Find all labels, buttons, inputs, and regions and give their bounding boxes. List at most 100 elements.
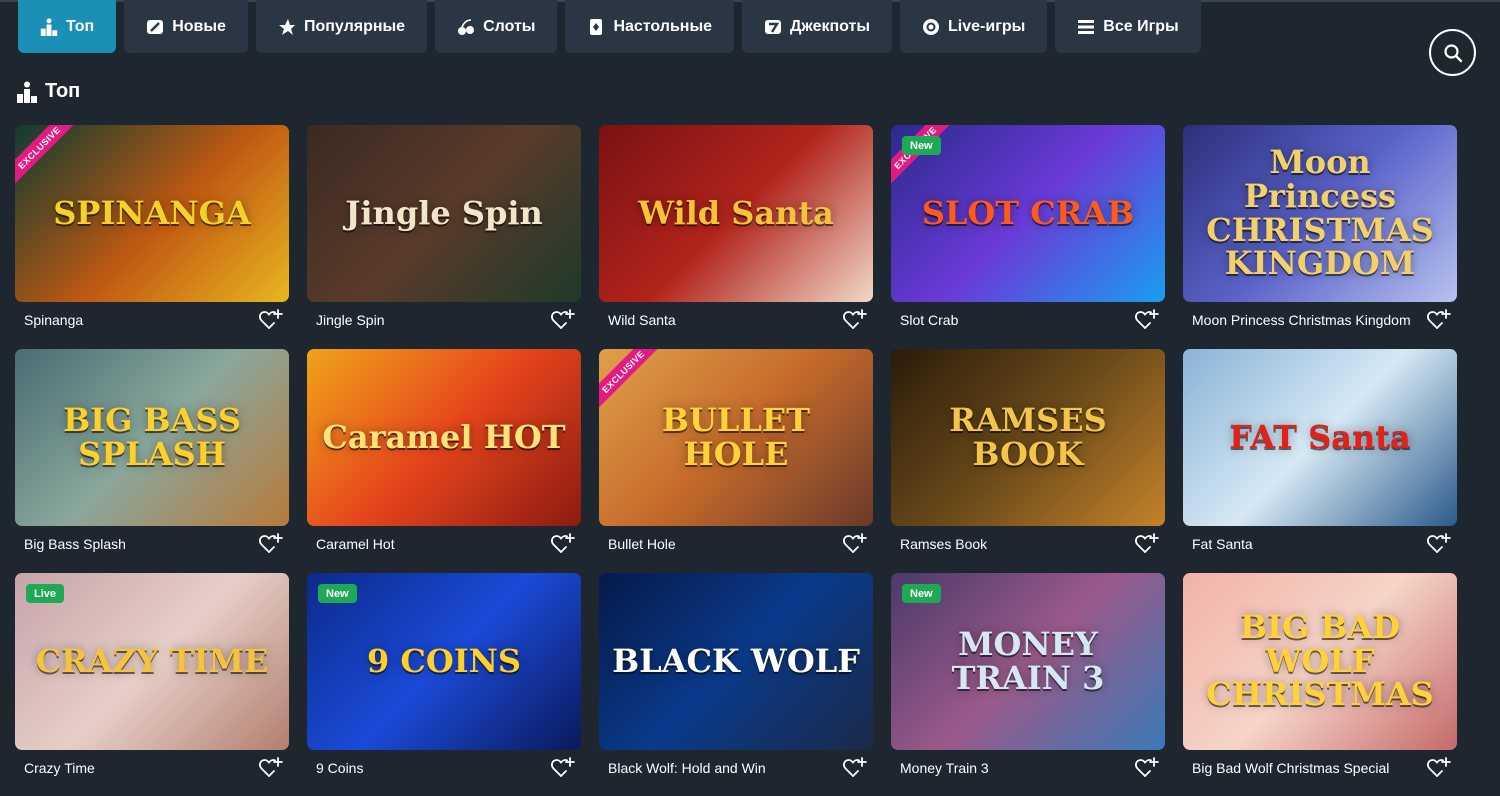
game-logo-art: Jingle Spin: [345, 193, 543, 232]
game-title[interactable]: Ramses Book: [900, 536, 987, 552]
status-badge: Live: [26, 584, 65, 603]
game-title[interactable]: Moon Princess Christmas Kingdom: [1192, 312, 1411, 328]
game-thumbnail[interactable]: BULLET HOLE EXCLUSIVE: [599, 349, 873, 526]
cherries-icon: [457, 18, 475, 36]
list-icon: [1077, 18, 1095, 36]
add-favorite-icon[interactable]: [551, 757, 575, 779]
game-logo-art: Wild Santa: [638, 193, 834, 232]
game-card[interactable]: CRAZY TIME Live Crazy Time: [15, 573, 289, 777]
game-logo-art: SPINANGA: [53, 193, 251, 232]
game-card[interactable]: BLACK WOLF Black Wolf: Hold and Win: [599, 573, 873, 777]
game-thumbnail[interactable]: SLOT CRAB EXCLUSIVENew: [891, 125, 1165, 302]
game-thumbnail[interactable]: BIG BASS SPLASH: [15, 349, 289, 526]
game-card[interactable]: BULLET HOLE EXCLUSIVE Bullet Hole: [599, 349, 873, 553]
section-title: Топ: [45, 80, 81, 102]
tab-5[interactable]: Настольные: [565, 0, 735, 53]
add-favorite-icon[interactable]: [843, 533, 867, 555]
add-favorite-icon[interactable]: [551, 309, 575, 331]
game-logo-art: Moon Princess CHRISTMAS KINGDOM: [1206, 143, 1434, 283]
tab-2[interactable]: Новые: [124, 0, 248, 53]
game-title[interactable]: Money Train 3: [900, 760, 989, 776]
game-thumbnail[interactable]: BLACK WOLF: [599, 573, 873, 750]
game-title[interactable]: Spinanga: [24, 312, 83, 328]
game-thumbnail[interactable]: Wild Santa: [599, 125, 873, 302]
game-card[interactable]: BIG BAD WOLF CHRISTMAS Big Bad Wolf Chris…: [1183, 573, 1457, 777]
game-title[interactable]: Crazy Time: [24, 760, 95, 776]
tab-label: Все Игры: [1103, 17, 1179, 35]
add-favorite-icon[interactable]: [1427, 757, 1451, 779]
game-card[interactable]: RAMSES BOOK Ramses Book: [891, 349, 1165, 553]
game-thumbnail[interactable]: FAT Santa: [1183, 349, 1457, 526]
category-nav: Топ Новые Популярные Слоты Настольные Джекпот…: [0, 0, 1500, 56]
game-card[interactable]: Caramel HOT Caramel Hot: [307, 349, 581, 553]
game-card[interactable]: Wild Santa Wild Santa: [599, 125, 873, 329]
add-favorite-icon[interactable]: [843, 309, 867, 331]
game-thumbnail[interactable]: 9 COINS New: [307, 573, 581, 750]
add-favorite-icon[interactable]: [843, 757, 867, 779]
game-thumbnail[interactable]: Moon Princess CHRISTMAS KINGDOM: [1183, 125, 1457, 302]
add-favorite-icon[interactable]: [551, 533, 575, 555]
game-title[interactable]: Fat Santa: [1192, 536, 1253, 552]
tab-1[interactable]: Топ: [18, 0, 117, 53]
tab-label: Новые: [172, 17, 226, 35]
tab-3[interactable]: Популярные: [255, 0, 428, 53]
tab-label: Топ: [66, 17, 95, 35]
star-burst-icon: [278, 18, 296, 36]
game-card[interactable]: Moon Princess CHRISTMAS KINGDOM Moon Prin…: [1183, 125, 1457, 329]
tab-8[interactable]: Все Игры: [1055, 0, 1201, 53]
tab-label: Слоты: [483, 17, 536, 35]
game-card[interactable]: Jingle Spin Jingle Spin: [307, 125, 581, 329]
game-card[interactable]: FAT Santa Fat Santa: [1183, 349, 1457, 553]
game-card[interactable]: SPINANGA EXCLUSIVE Spinanga: [15, 125, 289, 329]
game-title[interactable]: Jingle Spin: [316, 312, 385, 328]
game-thumbnail[interactable]: RAMSES BOOK: [891, 349, 1165, 526]
add-favorite-icon[interactable]: [1427, 309, 1451, 331]
game-thumbnail[interactable]: Caramel HOT: [307, 349, 581, 526]
tab-label: Джекпоты: [790, 17, 871, 35]
game-title[interactable]: Slot Crab: [900, 312, 958, 328]
game-title[interactable]: Big Bad Wolf Christmas Special: [1192, 760, 1389, 776]
add-favorite-icon[interactable]: [1135, 309, 1159, 331]
tab-label: Популярные: [303, 17, 406, 35]
game-card[interactable]: 9 COINS New 9 Coins: [307, 573, 581, 777]
game-title[interactable]: Wild Santa: [608, 312, 676, 328]
status-badge: New: [902, 136, 941, 155]
game-logo-art: BIG BAD WOLF CHRISTMAS: [1206, 608, 1434, 714]
game-thumbnail[interactable]: SPINANGA EXCLUSIVE: [15, 125, 289, 302]
add-favorite-icon[interactable]: [259, 757, 283, 779]
search-button[interactable]: [1429, 29, 1476, 76]
game-title[interactable]: Caramel Hot: [316, 536, 395, 552]
game-thumbnail[interactable]: CRAZY TIME Live: [15, 573, 289, 750]
game-title[interactable]: Bullet Hole: [608, 536, 676, 552]
game-thumbnail[interactable]: MONEY TRAIN 3 New: [891, 573, 1165, 750]
game-card[interactable]: BIG BASS SPLASH Big Bass Splash: [15, 349, 289, 553]
game-title[interactable]: Black Wolf: Hold and Win: [608, 760, 766, 776]
add-favorite-icon[interactable]: [1135, 757, 1159, 779]
game-title[interactable]: 9 Coins: [316, 760, 363, 776]
tab-6[interactable]: Джекпоты: [742, 0, 893, 53]
add-favorite-icon[interactable]: [1427, 533, 1451, 555]
add-favorite-icon[interactable]: [1135, 533, 1159, 555]
game-logo-art: CRAZY TIME: [35, 641, 269, 680]
add-favorite-icon[interactable]: [259, 309, 283, 331]
tab-4[interactable]: Слоты: [435, 0, 558, 53]
game-logo-art: BULLET HOLE: [661, 400, 811, 473]
exclusive-ribbon: EXCLUSIVE: [891, 125, 957, 189]
game-card[interactable]: SLOT CRAB EXCLUSIVENew Slot Crab: [891, 125, 1165, 329]
podium-icon: [40, 17, 58, 36]
game-thumbnail[interactable]: BIG BAD WOLF CHRISTMAS: [1183, 573, 1457, 750]
tab-label: Настольные: [613, 17, 713, 35]
game-logo-art: FAT Santa: [1229, 417, 1411, 456]
podium-icon: [17, 81, 37, 103]
status-badge: New: [318, 584, 357, 603]
add-favorite-icon[interactable]: [259, 533, 283, 555]
game-thumbnail[interactable]: Jingle Spin: [307, 125, 581, 302]
game-logo-art: 9 COINS: [366, 641, 522, 680]
tab-7[interactable]: Live-игры: [900, 0, 1048, 53]
game-title[interactable]: Big Bass Splash: [24, 536, 126, 552]
game-logo-art: MONEY TRAIN 3: [951, 624, 1105, 697]
roulette-chip-icon: [922, 18, 940, 36]
playing-card-icon: [587, 18, 605, 36]
status-badge: New: [902, 584, 941, 603]
game-card[interactable]: MONEY TRAIN 3 New Money Train 3: [891, 573, 1165, 777]
